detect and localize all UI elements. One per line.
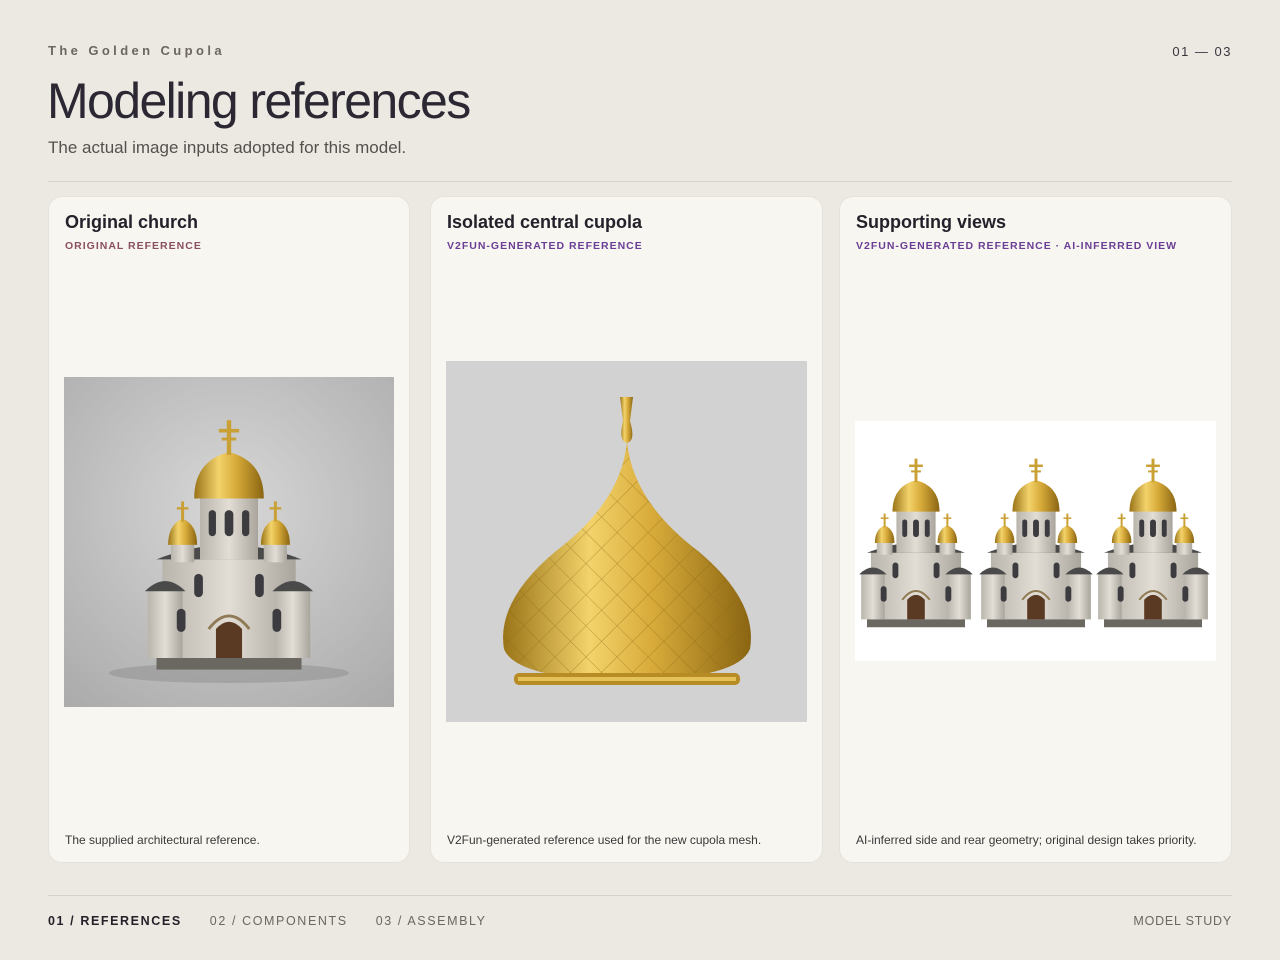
section-nav: 01 / REFERENCES 02 / COMPONENTS 03 / ASS… [48,914,487,928]
card-original-church: Original church ORIGINAL REFERENCE The s… [48,196,410,863]
card-title: Supporting views [856,212,1007,232]
card-supporting-views: Supporting views V2FUN-GENERATED REFEREN… [839,196,1232,863]
header-divider [48,181,1232,182]
card-caption: The supplied architectural reference. [65,833,260,847]
card-tag: V2FUN-GENERATED REFERENCE [447,240,643,252]
card-title: Isolated central cupola [447,212,643,232]
nav-item-components[interactable]: 02 / COMPONENTS [210,914,348,928]
card-tag: ORIGINAL REFERENCE [65,240,202,252]
nav-item-assembly[interactable]: 03 / ASSEMBLY [376,914,487,928]
page-subtitle: The actual image inputs adopted for this… [48,138,407,157]
card-tag: V2FUN-GENERATED REFERENCE · AI-INFERRED … [856,240,1178,252]
card-isolated-cupola: Isolated central cupola V2FUN-GENERATED … [430,196,823,863]
original-church-image [64,377,394,707]
deck-eyebrow: The Golden Cupola [48,43,225,58]
card-caption: AI-inferred side and rear geometry; orig… [856,833,1197,847]
footer-label: MODEL STUDY [1133,914,1232,928]
card-caption: V2Fun-generated reference used for the n… [447,833,762,847]
nav-item-references[interactable]: 01 / REFERENCES [48,914,182,928]
card-title: Original church [65,212,199,232]
page-title: Modeling references [47,73,471,129]
page-indicator: 01 — 03 [1172,44,1232,59]
footer-divider [48,895,1232,896]
supporting-views-image [855,421,1216,661]
cupola-image [446,361,807,722]
